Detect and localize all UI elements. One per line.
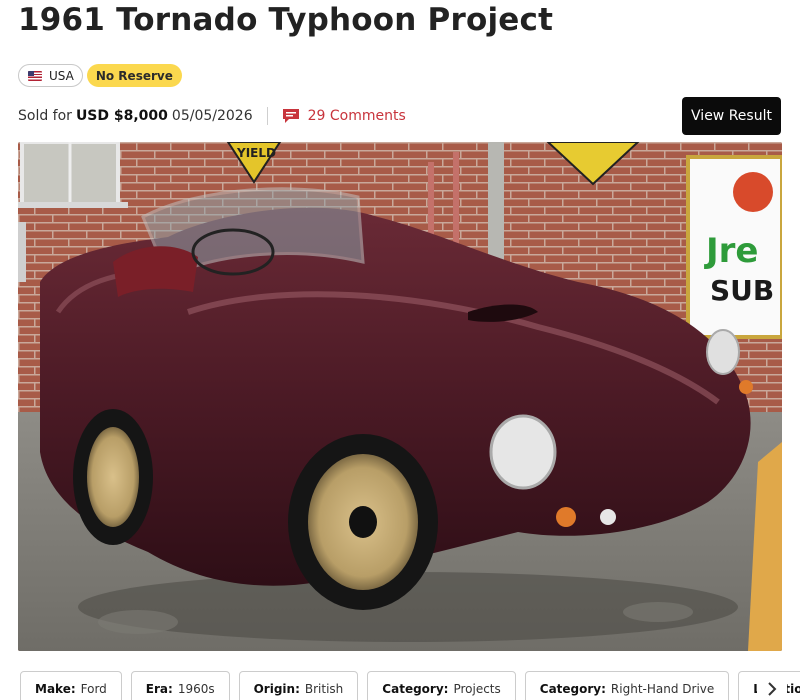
divider [266,107,268,125]
chips-scroll-next-button[interactable] [757,674,787,700]
comments-count: 29 Comments [307,108,406,124]
sold-price: USD $8,000 [75,108,168,124]
sold-date: 05/05/2026 [171,108,253,124]
details-chip-row: Make: Ford Era: 1960s Origin: British Ca… [20,671,800,700]
store-sign-text-2: SUB [710,274,774,307]
view-result-button[interactable]: View Result [682,97,781,135]
detail-value: Ford [80,682,107,696]
listing-title: 1961 Tornado Typhoon Project [18,2,554,38]
detail-label: Origin: [253,682,300,696]
comment-bubble-icon [282,109,299,123]
sold-prefix: Sold for [18,108,72,124]
chevron-right-icon [768,682,777,696]
detail-label: Category: [382,682,449,696]
country-label: USA [49,68,74,83]
detail-chip-category-projects[interactable]: Category: Projects [367,671,516,700]
detail-chip-origin[interactable]: Origin: British [238,671,359,700]
listing-photo[interactable]: YIELD Jre SUB [18,142,782,651]
us-flag-icon [28,70,42,81]
detail-chip-category-rhd[interactable]: Category: Right-Hand Drive [524,671,730,700]
yield-sign-text: YIELD [236,146,276,160]
detail-value: Right-Hand Drive [610,682,715,696]
detail-value: Projects [453,682,501,696]
detail-label: Make: [35,682,76,696]
country-badge[interactable]: USA [18,64,83,87]
car-photo-illustration: YIELD Jre SUB [18,142,782,651]
detail-value: 1960s [177,682,215,696]
no-reserve-badge: No Reserve [86,64,182,87]
detail-chip-era[interactable]: Era: 1960s [130,671,230,700]
detail-value: British [304,682,344,696]
store-sign-text-1: Jre [704,231,758,271]
detail-label: Era: [145,682,173,696]
sold-info-row: Sold for USD $8,000 05/05/2026 29 Commen… [18,107,406,125]
listing-badges: USA No Reserve [18,64,182,87]
detail-label: Category: [539,682,606,696]
comments-link[interactable]: 29 Comments [282,108,406,124]
detail-chip-make[interactable]: Make: Ford [20,671,122,700]
